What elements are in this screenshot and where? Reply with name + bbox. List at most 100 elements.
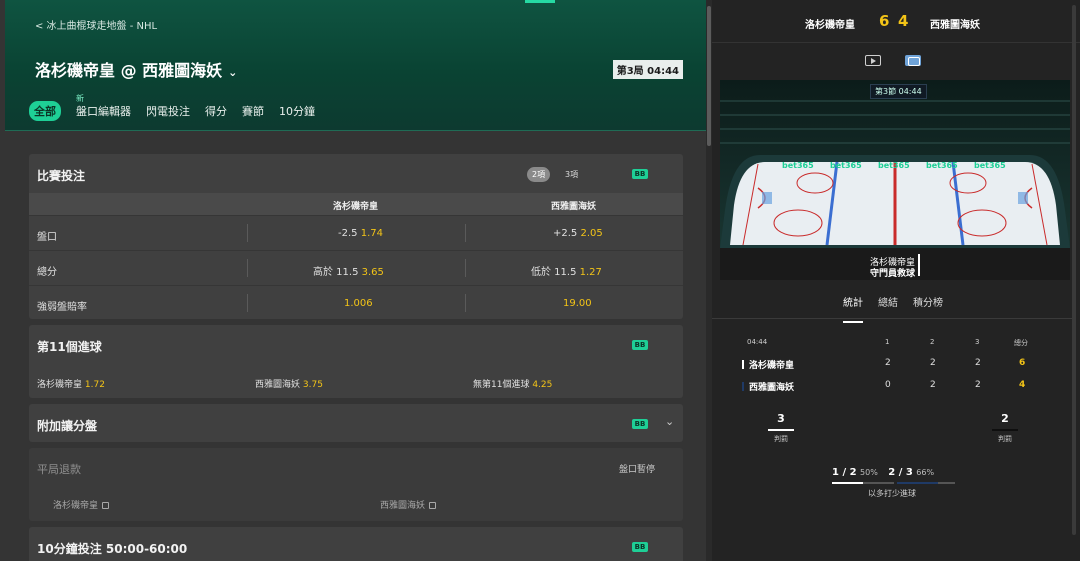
total-value: 4 (1019, 380, 1026, 390)
odds-value: 2.05 (580, 228, 603, 239)
odds-value: 1.27 (579, 267, 602, 278)
market-card-10min[interactable]: 10分鐘投注 50:00-60:00 BB (29, 527, 683, 561)
table-row: 強弱盤賠率 1.006 19.00 (29, 285, 683, 319)
new-badge: 新 (76, 94, 84, 103)
right-scrollbar[interactable] (1072, 5, 1076, 535)
odds-cell-away[interactable]: +2.5 2.05 (553, 228, 603, 239)
market-card-alt-handicap[interactable]: 附加讓分盤 BB ⌄ (29, 404, 683, 442)
odds-value: 1.72 (84, 380, 105, 390)
odds-value: 3.65 (361, 267, 384, 278)
odds-value: 3.75 (302, 380, 323, 390)
table-row: 總分 高於 11.5 3.65 低於 11.5 1.27 (29, 250, 683, 284)
rink-graphic: bet365 bet365 bet365 bet365 bet365 (720, 80, 1070, 280)
period-value: 0 (885, 380, 891, 390)
divider (247, 224, 248, 242)
market-title: 附加讓分盤 (37, 419, 98, 433)
app-root: < 冰上曲棍球走地盤 - NHL 洛杉磯帝皇 @ 西雅圖海妖 ⌄ 第3局 04:4… (0, 0, 1080, 561)
scrollbar-thumb[interactable] (707, 6, 711, 146)
market-tabs: 全部 新盤口編輯器 閃電投注 得分 賽節 10分鐘 (29, 94, 315, 121)
powerplay-home-bar (832, 482, 863, 484)
odds-cell-away[interactable]: 低於 11.5 1.27 (531, 263, 602, 278)
bet-builder-icon[interactable]: BB (632, 542, 648, 552)
top-accent-line (525, 0, 555, 3)
video-icon[interactable] (865, 55, 881, 66)
board-ad: bet365 (782, 161, 814, 170)
powerplay-label: 以多打少進球 (868, 489, 916, 498)
stats-away-team: 西雅圖海妖 (742, 380, 794, 393)
divider (712, 318, 1072, 319)
line-value: +2.5 (553, 228, 578, 239)
powerplay-home-bar-rest (863, 482, 894, 484)
period-value: 2 (885, 358, 891, 368)
penalty-count: 3 (777, 412, 785, 425)
col-period-3: 3 (975, 338, 980, 346)
table-header: 洛杉磯帝皇 西雅圖海妖 (29, 193, 683, 215)
powerplay-away-bar-rest (938, 482, 955, 484)
line-value: 高於 11.5 (313, 267, 359, 278)
odds-cell-away[interactable]: 19.00 (563, 298, 592, 309)
row-label: 盤口 (37, 232, 57, 243)
powerplay-away: 2 / 3 (888, 467, 913, 478)
rink-view-icon[interactable] (905, 55, 921, 66)
tab-bet-builder[interactable]: 新盤口編輯器 (76, 94, 131, 119)
col-home: 洛杉磯帝皇 (333, 202, 379, 212)
odds-cell-home[interactable]: 1.006 (344, 298, 373, 309)
tab-periods[interactable]: 賽節 (242, 103, 264, 119)
period-clock: 第3局 04:44 (612, 60, 683, 79)
breadcrumb[interactable]: < 冰上曲棍球走地盤 - NHL (35, 17, 157, 32)
toggle-2way[interactable]: 2項 (527, 167, 551, 182)
home-score: 6 (879, 12, 890, 30)
live-panel: 洛杉磯帝皇 6 4 西雅圖海妖 bet365 bet365 bet365 bet… (712, 0, 1080, 561)
event-type: 守門員救球 (870, 269, 916, 279)
board-ad: bet365 (926, 161, 958, 170)
penalty-label: 判罰 (998, 435, 1012, 443)
team-color-mark (742, 382, 744, 391)
tab-10min[interactable]: 10分鐘 (279, 103, 315, 119)
odds-value: 4.25 (532, 380, 553, 390)
period-value: 2 (975, 380, 981, 390)
option-away[interactable]: 西雅圖海妖 3.75 (255, 377, 323, 390)
bet-builder-icon[interactable]: BB (632, 169, 648, 179)
powerplay-stats: 1 / 2 50% 2 / 3 66% (832, 467, 934, 478)
chevron-down-icon[interactable]: ⌄ (228, 66, 237, 79)
board-ad: bet365 (974, 161, 1006, 170)
bet-builder-icon[interactable]: BB (632, 340, 648, 350)
tab-all[interactable]: 全部 (29, 101, 61, 121)
toggle-3way[interactable]: 3項 (560, 167, 583, 182)
powerplay-home-pct: 50% (860, 468, 878, 477)
divider (465, 259, 466, 277)
live-animation: bet365 bet365 bet365 bet365 bet365 第3節 0… (720, 80, 1070, 280)
bet-builder-icon[interactable]: BB (632, 419, 648, 429)
team-color-bar (768, 429, 794, 431)
tab-score[interactable]: 得分 (205, 103, 227, 119)
event-marker (918, 254, 920, 276)
market-title[interactable]: 比賽投注 (37, 167, 85, 184)
board-ad: bet365 (878, 161, 910, 170)
chevron-down-icon[interactable]: ⌄ (665, 415, 674, 428)
powerplay-away-pct: 66% (916, 468, 935, 477)
odds-cell-home[interactable]: 高於 11.5 3.65 (313, 263, 384, 278)
odds-value: 1.006 (344, 298, 373, 309)
team-name: 洛杉磯帝皇 (749, 361, 795, 371)
market-card-draw-no-bet: 平局退款 盤口暫停 洛杉磯帝皇 西雅圖海妖 (29, 448, 683, 521)
option-home[interactable]: 洛杉磯帝皇 1.72 (37, 377, 105, 390)
table-row: 盤口 -2.5 1.74 +2.5 2.05 (29, 215, 683, 249)
option-label: 西雅圖海妖 (255, 380, 301, 390)
market-title[interactable]: 第11個進球 (37, 338, 102, 355)
col-period-1: 1 (885, 338, 890, 346)
col-total: 總分 (1014, 339, 1028, 347)
penalty-label: 判罰 (774, 435, 788, 443)
penalties-away: 2 判罰 (990, 412, 1020, 444)
row-label: 強弱盤賠率 (37, 302, 87, 313)
tab-flash-bet[interactable]: 閃電投注 (146, 103, 190, 119)
period-value: 2 (930, 380, 936, 390)
odds-value: 1.74 (360, 228, 383, 239)
option-none[interactable]: 無第11個進球 4.25 (473, 377, 552, 390)
period-value: 2 (975, 358, 981, 368)
away-team-name: 西雅圖海妖 (930, 20, 980, 31)
col-period-2: 2 (930, 338, 935, 346)
odds-cell-home[interactable]: -2.5 1.74 (338, 228, 383, 239)
powerplay-away-bar (897, 482, 938, 484)
match-title[interactable]: 洛杉磯帝皇 @ 西雅圖海妖 ⌄ (35, 57, 237, 81)
match-title-text: 洛杉磯帝皇 @ 西雅圖海妖 (35, 61, 223, 80)
